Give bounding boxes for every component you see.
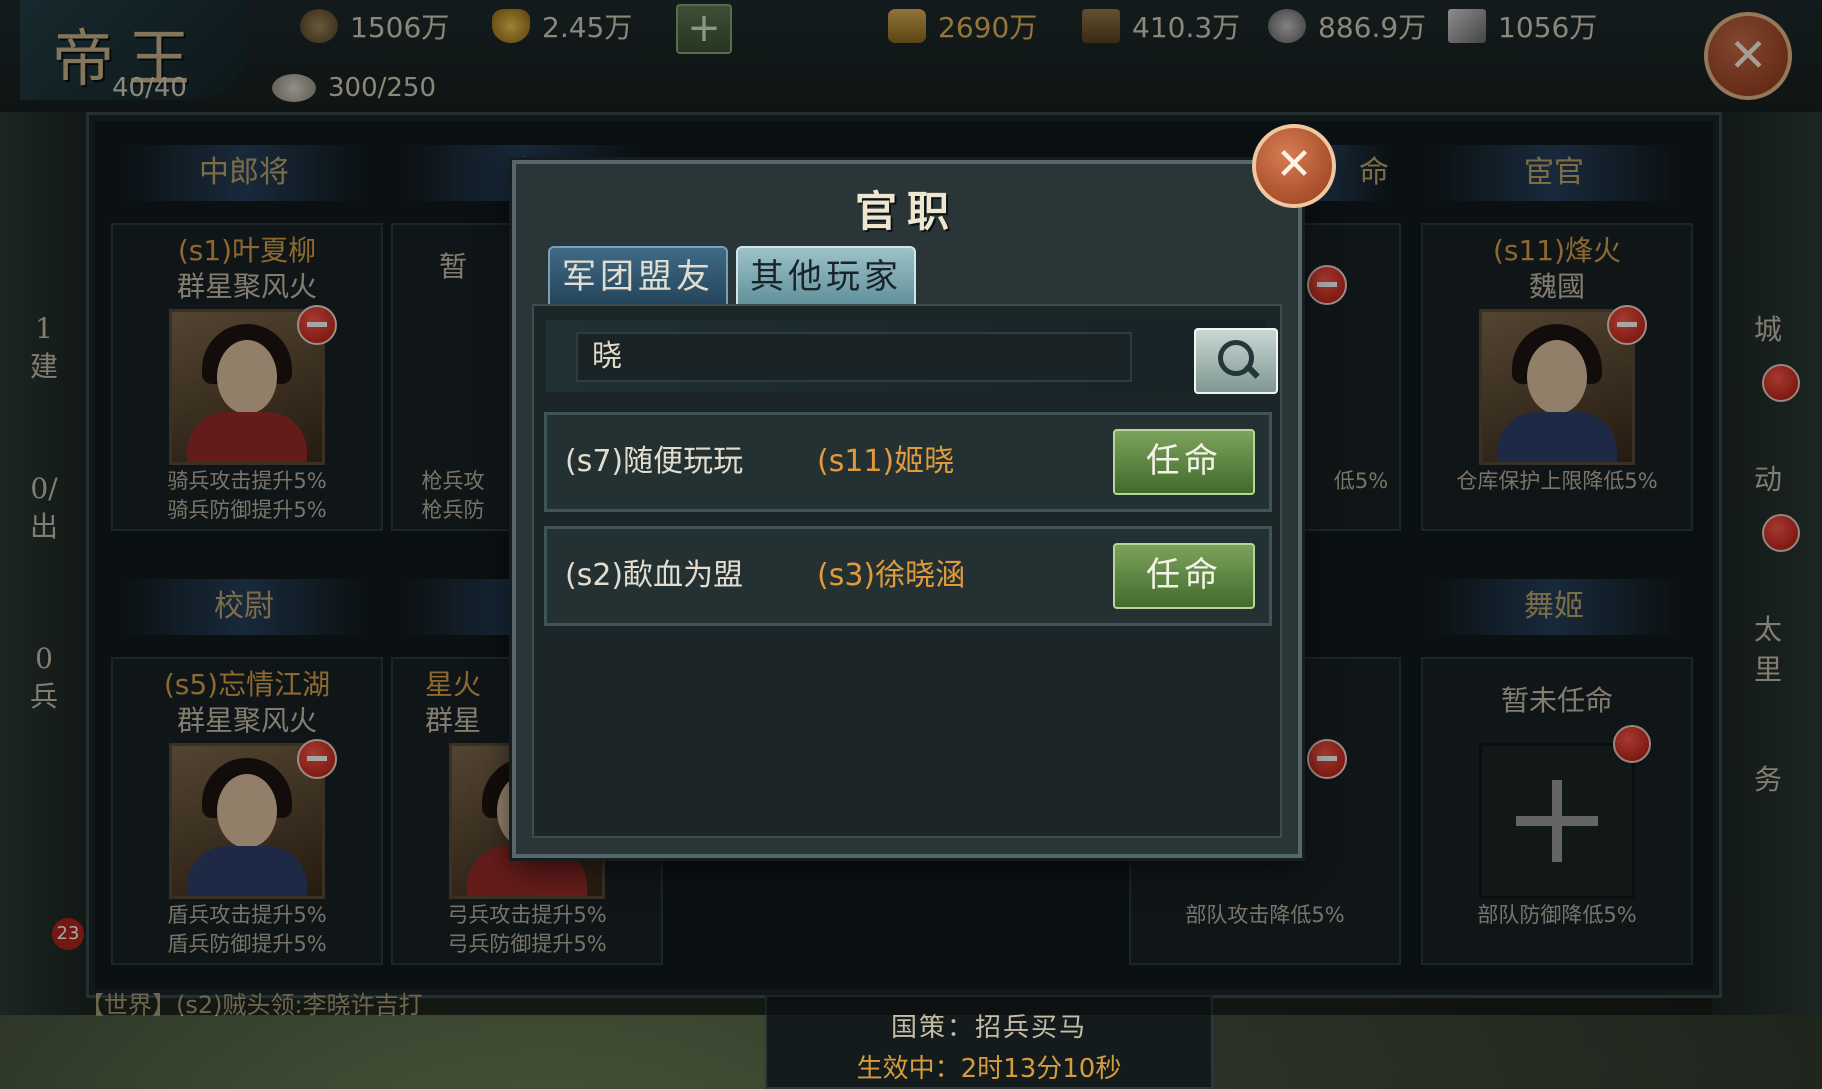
tab-other-players[interactable]: 其他玩家: [736, 246, 916, 306]
list-item: (s7)随便玩玩 (s11)姬晓 任命: [544, 412, 1272, 512]
list-item: (s2)歃血为盟 (s3)徐晓涵 任命: [544, 526, 1272, 626]
search-bar: 晓: [546, 320, 1278, 394]
player-search-input[interactable]: 晓: [576, 332, 1132, 382]
dialog-body: 晓 (s7)随便玩玩 (s11)姬晓 任命 (s2)歃血为盟 (s3)徐晓涵 任…: [532, 304, 1282, 838]
dialog-title: 官职: [854, 187, 959, 236]
tab-alliance-members[interactable]: 军团盟友: [548, 246, 728, 306]
result-player: (s3)徐晓涵: [817, 558, 966, 593]
policy-status: 生效中：2时13分10秒: [856, 1054, 1122, 1084]
result-alliance: (s2)歃血为盟: [565, 558, 744, 593]
appoint-dialog: 官职 军团盟友 其他玩家 晓 (s7)随便玩玩 (s11)姬晓 任命 (s2)歃…: [512, 160, 1302, 858]
result-player: (s11)姬晓: [817, 444, 955, 479]
search-button[interactable]: [1194, 328, 1278, 394]
result-alliance: (s7)随便玩玩: [565, 444, 744, 479]
appoint-button[interactable]: 任命: [1113, 543, 1255, 609]
close-dialog-button[interactable]: ✕: [1252, 124, 1336, 208]
appoint-button[interactable]: 任命: [1113, 429, 1255, 495]
